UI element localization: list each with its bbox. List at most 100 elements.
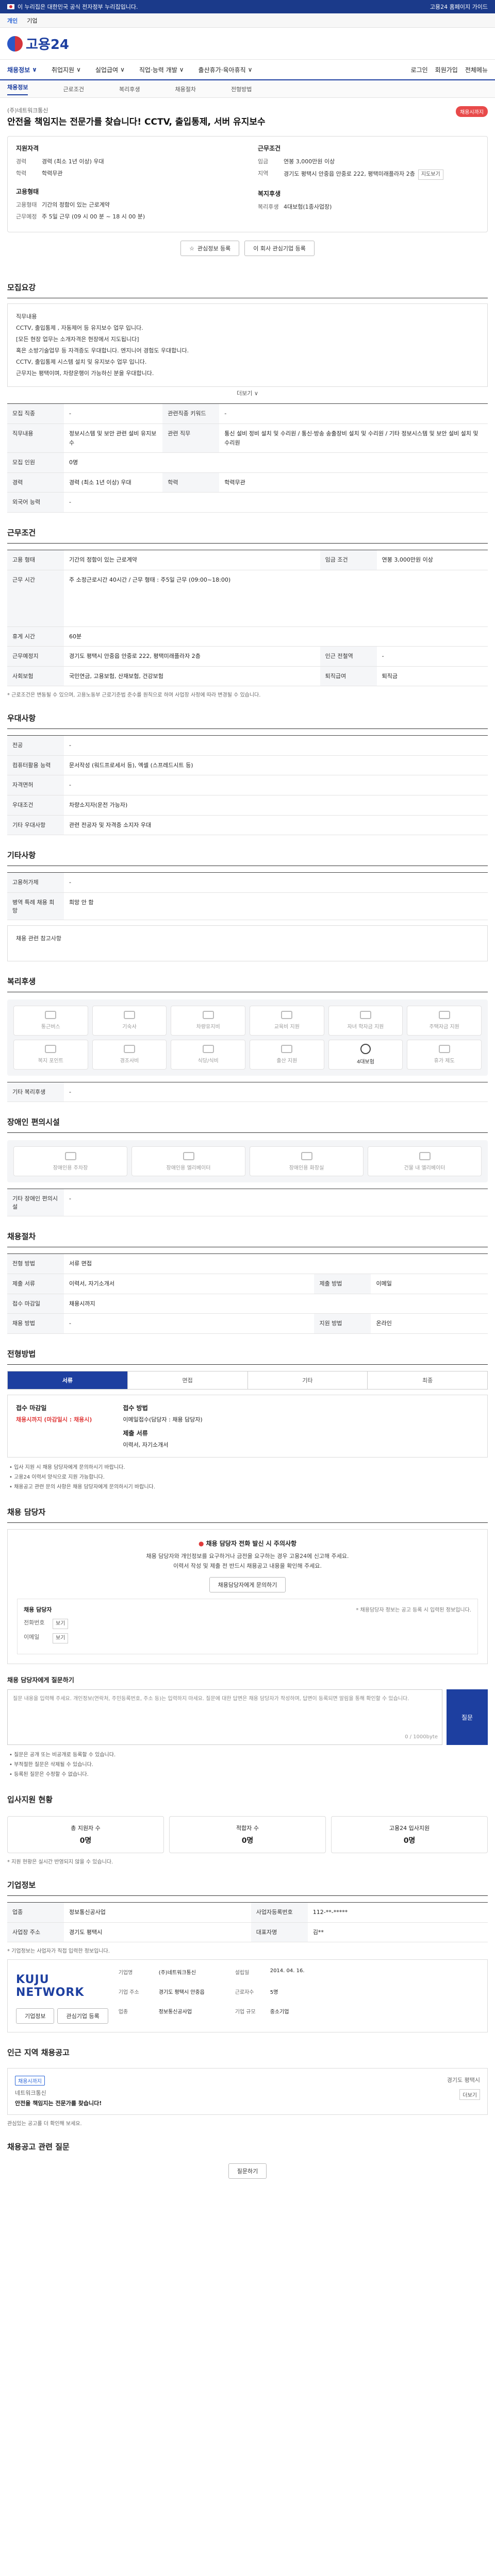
gov-banner-text: 이 누리집은 대한민국 공식 전자정부 누리집입니다. xyxy=(18,4,138,10)
stat-card: 고용24 입사지원 0명 xyxy=(331,1816,488,1854)
login-link[interactable]: 로그인 xyxy=(411,65,428,74)
contact-inner: 채용 담당자 전화번호 보기 이메일 보기 * 채용담당자 정보는 공고 등록 시 … xyxy=(17,1599,478,1655)
chat-button[interactable]: 질문하기 xyxy=(228,2163,267,2179)
qna-label: 채용 담당자에게 질문하기 xyxy=(7,1676,74,1684)
section-contact: 채용 담당자 xyxy=(7,1492,488,1523)
contact-inquiry-button[interactable]: 채용담당자에게 문의하기 xyxy=(209,1577,286,1593)
stat-card: 적합자 수 0명 xyxy=(169,1816,326,1854)
subnav-process[interactable]: 채용절차 xyxy=(175,85,195,93)
welfare-grid: 통근버스 기숙사 차량유지비 교육비 지원 자녀 학자금 지원 주택자금 지원 … xyxy=(7,999,488,1076)
interest-company-button[interactable]: 이 회사 관심기업 등록 xyxy=(244,241,315,257)
nav-leave[interactable]: 출산휴가·육아휴직 ∨ xyxy=(199,65,253,74)
apply-stats: 총 지원자 수 0명 적합자 수 0명 고용24 입사지원 0명 xyxy=(7,1816,488,1854)
bus-icon xyxy=(45,1011,57,1020)
company-table: 업종 정보통신공사업 사업자등록번호 112-**-***** 사업장 주소 경기도 평… xyxy=(7,1902,488,1943)
welfare-item: 복지 포인트 xyxy=(13,1039,88,1070)
main-nav: 채용정보 ∨ 취업지원 ∨ 실업급여 ∨ 직업·능력 개발 ∨ 출산휴가·육아휴직 ∨ 로… xyxy=(0,60,495,80)
nav-unemployment[interactable]: 실업급여 ∨ xyxy=(95,65,125,74)
method-tab-final[interactable]: 최종 xyxy=(368,1371,487,1389)
apply-notes: • 입사 지원 시 채용 담당자에게 문의하시기 바랍니다. • 고용24 이력서… xyxy=(9,1464,155,1490)
section-company: 기업정보 xyxy=(7,1865,488,1896)
job-title: 안전을 책임지는 전문가를 찾습니다! CCTV, 출입통제, 서버 유지보수 xyxy=(7,117,266,127)
etc-table: 고용허가제 - 병역 특례 채용 희망 희망 안 함 xyxy=(7,872,488,920)
email-view-button[interactable]: 보기 xyxy=(53,1633,69,1644)
tab-personal[interactable]: 개인 xyxy=(7,16,18,25)
welfare-item: 자녀 학자금 지원 xyxy=(328,1005,403,1036)
building-icon xyxy=(419,1151,431,1160)
contact-warning: ● 채용 담당자 전화 발신 시 주의사항 xyxy=(198,1539,297,1547)
company-info-button[interactable]: 기업정보 xyxy=(16,2008,55,2024)
section-nearby: 인근 지역 채용공고 xyxy=(7,2048,70,2058)
section-recruit: 모집요강 xyxy=(7,267,488,299)
signup-link[interactable]: 회원가입 xyxy=(435,65,458,74)
subnav-recruit[interactable]: 채용정보 xyxy=(7,83,28,95)
method-tabs: 서류 면접 기타 최종 xyxy=(7,1370,488,1389)
alert-icon: ● xyxy=(198,1539,204,1547)
disabled-item: 장애인용 엘리베이터 xyxy=(131,1146,245,1177)
section-method: 전형방법 xyxy=(7,1334,488,1365)
section-conditions: 근무조건 xyxy=(7,513,488,544)
logo-icon xyxy=(7,36,23,52)
welfare-item: 식당/식비 xyxy=(171,1039,245,1070)
all-menu-button[interactable]: 전체메뉴 xyxy=(465,65,488,74)
section-disabled: 장애인 편의시설 xyxy=(7,1102,488,1133)
more-button[interactable]: 더보기 ∨ xyxy=(7,389,488,397)
apply-info: 접수 마감일 채용시까지 (마감일시 : 채용시) 접수 방법 이메일접수(담당… xyxy=(7,1394,488,1458)
section-etc: 기타사항 xyxy=(7,835,488,867)
company-name[interactable]: (주)네트워크통신 xyxy=(7,106,399,114)
house-icon xyxy=(123,1011,135,1020)
recruit-table: 모집 직종 - 관련직종 키워드 - 직무내용 정보시스템 및 보안 관련 설비 유지보… xyxy=(7,403,488,513)
company-logo: KUJU NETWORK xyxy=(16,1973,85,1999)
disabled-grid: 장애인용 주차장 장애인용 엘리베이터 장애인용 화장실 건물 내 엘리베이터 xyxy=(7,1140,488,1183)
process-table: 전형 방법 서류 면접 제출 서류 이력서, 자기소개서 제출 방법 이메일 접수 마감… xyxy=(7,1253,488,1334)
section-welfare: 복리후생 xyxy=(7,961,488,992)
qna-submit-button[interactable]: 질문 xyxy=(447,1689,488,1745)
parking-icon xyxy=(64,1151,76,1160)
guide-link[interactable]: 고용24 홈페이지 가이드 xyxy=(430,3,488,11)
welfare-item: 차량유지비 xyxy=(171,1005,245,1036)
method-tab-interview[interactable]: 면접 xyxy=(128,1371,248,1389)
nav-jobs[interactable]: 채용정보 ∨ xyxy=(7,65,37,74)
scrap-button[interactable]: ☆ 관심정보 등록 xyxy=(180,241,240,257)
nearby-badge: 채용시까지 xyxy=(15,2076,45,2086)
nav-training[interactable]: 직업·능력 개발 ∨ xyxy=(139,65,184,74)
section-qualification: 우대사항 xyxy=(7,698,488,730)
company-interest-button[interactable]: 관심기업 등록 xyxy=(57,2008,108,2024)
food-icon xyxy=(202,1045,214,1054)
welfare-item: 출산 지원 xyxy=(250,1039,324,1070)
gift-icon xyxy=(123,1045,135,1054)
method-tab-doc[interactable]: 서류 xyxy=(8,1371,128,1389)
subnav-welfare[interactable]: 복리후생 xyxy=(119,85,140,93)
qna-notes: • 질문은 공개 또는 비공개로 등록할 수 있습니다. • 부적절한 질문은 삭… xyxy=(9,1752,116,1778)
welfare-item: 경조사비 xyxy=(92,1039,167,1070)
welfare-item-active: 4대보험 xyxy=(328,1039,403,1070)
chat-title: 채용공고 관련 질문 xyxy=(7,2142,70,2152)
insurance-icon xyxy=(360,1044,371,1055)
disabled-extra-table: 기타 장애인 편의시설 - xyxy=(7,1189,488,1217)
stat-card: 총 지원자 수 0명 xyxy=(7,1816,164,1854)
qna-textarea[interactable]: 질문 내용을 입력해 주세요. 개인정보(연락처, 주민등록번호, 주소 등)는… xyxy=(7,1689,442,1745)
home-icon xyxy=(438,1011,450,1020)
nearby-more-button[interactable]: 더보기 xyxy=(459,2089,480,2100)
subnav-conditions[interactable]: 근로조건 xyxy=(63,85,84,93)
deadline-badge: 채용시까지 xyxy=(456,106,488,117)
deadline-text: 채용시까지 (마감일시 : 채용시) xyxy=(16,1416,92,1423)
logo[interactable]: 고용24 xyxy=(7,34,69,53)
conditions-table: 고용 형태 기간의 정함이 있는 근로계약 임금 조건 연봉 3,000만원 이상 근… xyxy=(7,549,488,687)
star-icon: ☆ xyxy=(189,245,195,252)
tab-company[interactable]: 기업 xyxy=(27,16,37,25)
nav-support[interactable]: 취업지원 ∨ xyxy=(52,65,81,74)
method-tab-etc[interactable]: 기타 xyxy=(248,1371,368,1389)
welfare-item: 기숙사 xyxy=(92,1005,167,1036)
map-link[interactable]: 지도보기 xyxy=(418,170,443,180)
section-stats: 입사지원 현황 xyxy=(7,1795,53,1805)
tel-view-button[interactable]: 보기 xyxy=(53,1619,69,1630)
cap-icon xyxy=(359,1011,371,1020)
point-icon xyxy=(45,1045,57,1054)
nearby-job[interactable]: 채용시까지 네트워크통신 안전을 책임지는 전문가를 찾습니다! 경기도 평택시… xyxy=(7,2068,488,2115)
disabled-item: 장애인용 화장실 xyxy=(250,1146,364,1177)
summary-welfare-head: 복지후생 xyxy=(258,190,281,198)
header: 고용24 xyxy=(0,28,495,60)
disabled-item: 건물 내 엘리베이터 xyxy=(368,1146,482,1177)
subnav-method[interactable]: 전형방법 xyxy=(231,85,252,93)
